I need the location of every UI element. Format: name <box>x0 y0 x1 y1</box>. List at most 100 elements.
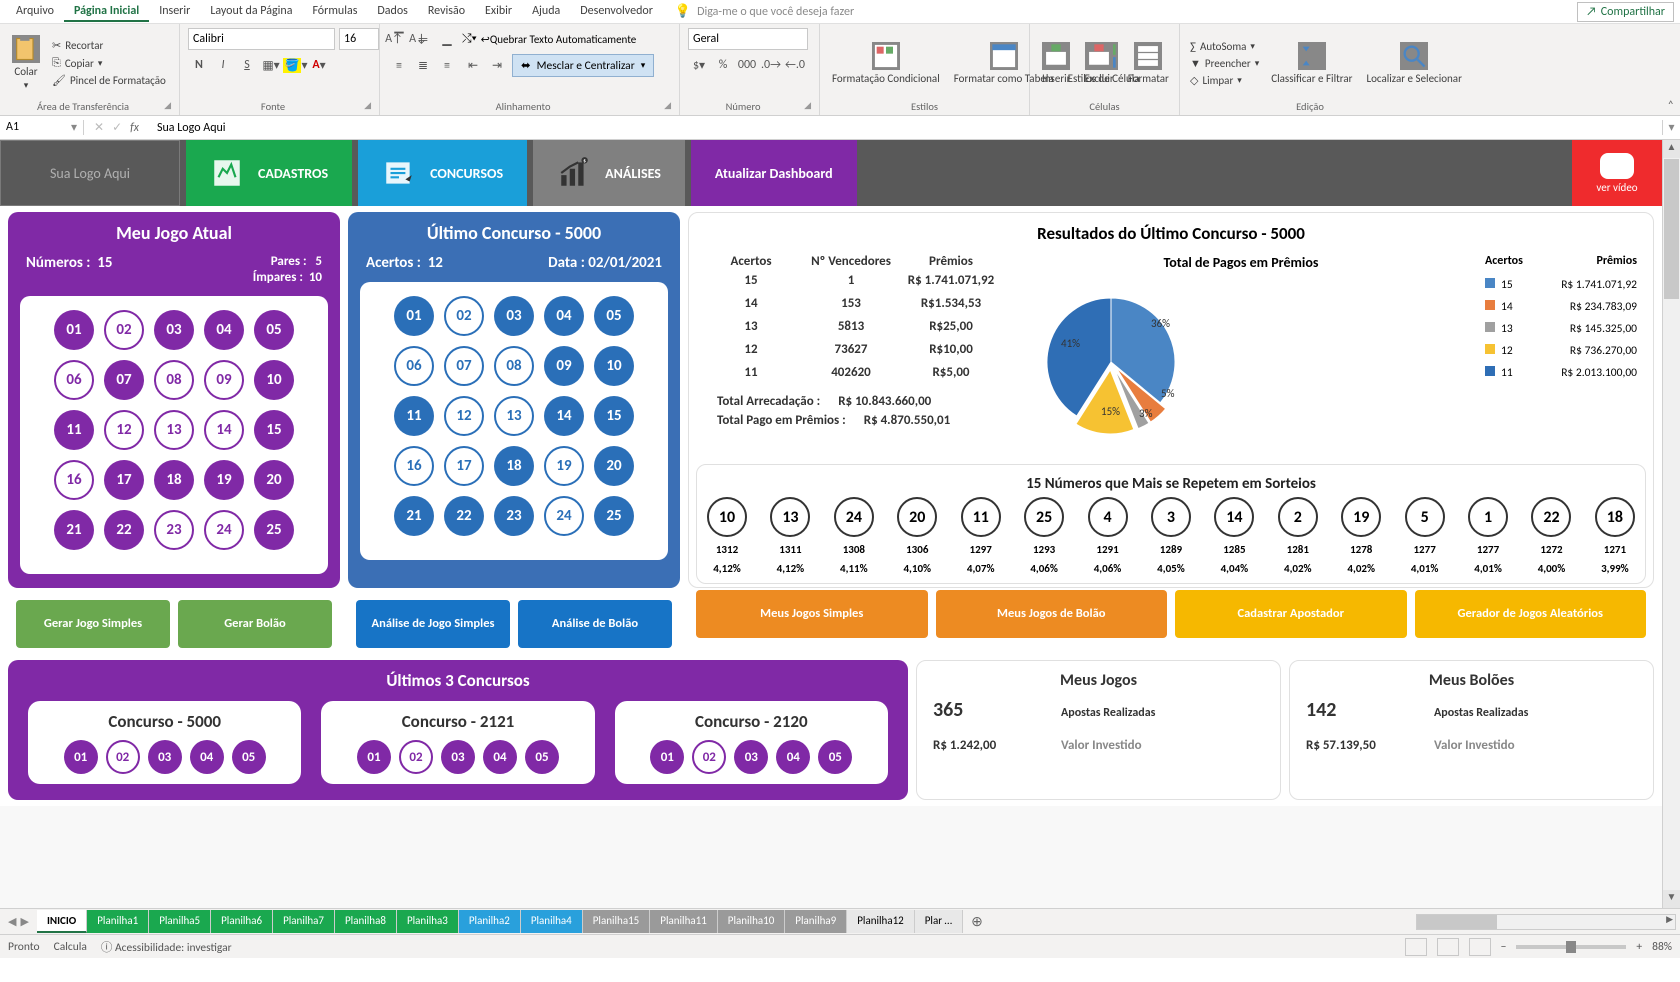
sheet-tab[interactable]: Planilha6 <box>211 910 273 933</box>
clear-button[interactable]: ◇Limpar▾ <box>1188 73 1261 88</box>
italic-button[interactable]: I <box>212 54 234 76</box>
menu-exibir[interactable]: Exibir <box>475 2 522 22</box>
scroll-thumb[interactable] <box>1664 159 1679 299</box>
scroll-up-icon[interactable]: ▲ <box>1663 140 1680 158</box>
fill-button[interactable]: ▼Preencher▾ <box>1188 56 1261 71</box>
tab-nav-prev[interactable]: ◀ <box>8 915 16 928</box>
menu-dados[interactable]: Dados <box>367 2 417 22</box>
zoom-in-button[interactable]: + <box>1636 940 1642 954</box>
menu-ajuda[interactable]: Ajuda <box>522 2 570 22</box>
worksheet-area[interactable]: Sua Logo Aqui CADASTROS CONCURSOS $ ANÁL… <box>0 140 1662 908</box>
new-sheet-button[interactable]: ⊕ <box>963 913 991 930</box>
fx-icon[interactable]: fx <box>130 121 139 135</box>
align-right[interactable]: ≡ <box>436 55 458 77</box>
menu-revisão[interactable]: Revisão <box>418 2 475 22</box>
nav-analises[interactable]: $ ANÁLISES <box>533 140 685 206</box>
scroll-down-icon[interactable]: ▼ <box>1663 890 1680 908</box>
delete-cells-button[interactable]: Excluir <box>1081 42 1118 85</box>
share-button[interactable]: ↗ Compartilhar <box>1577 2 1674 22</box>
format-cells-button[interactable]: Formatar <box>1124 42 1173 85</box>
autosum-button[interactable]: ∑AutoSoma▾ <box>1188 39 1261 54</box>
sheet-tab[interactable]: Planilha15 <box>583 910 651 933</box>
number-format-select[interactable] <box>688 28 808 50</box>
font-name-select[interactable] <box>188 28 335 50</box>
menu-página-inicial[interactable]: Página Inicial <box>64 2 149 22</box>
horizontal-scrollbar[interactable]: ◀▶ <box>1416 914 1676 930</box>
view-layout-button[interactable] <box>1437 938 1459 956</box>
name-box[interactable]: A1 ▾ <box>0 120 84 135</box>
percent-button[interactable]: % <box>712 54 734 76</box>
align-top[interactable]: ▔ <box>388 28 410 50</box>
btn-gerador-aleatorio[interactable]: Gerador de Jogos Aleatórios <box>1415 590 1647 638</box>
sheet-tab[interactable]: Planilha1 <box>87 910 149 933</box>
formula-input[interactable]: Sua Logo Aqui <box>149 121 1662 135</box>
font-color-button[interactable]: A▾ <box>308 54 330 76</box>
paste-button[interactable]: Colar▾ <box>8 35 44 91</box>
merge-center-button[interactable]: ⬌Mesclar e Centralizar▾ <box>512 54 654 77</box>
align-middle[interactable]: ═ <box>412 28 434 50</box>
inc-decimal[interactable]: .0→ <box>760 54 782 76</box>
btn-meus-jogos-bolao[interactable]: Meus Jogos de Bolão <box>936 590 1168 638</box>
menu-layout-da-página[interactable]: Layout da Página <box>200 2 302 22</box>
align-bottom[interactable]: ▁ <box>436 28 458 50</box>
format-painter-button[interactable]: 🖌Pincel de Formatação <box>50 73 168 88</box>
collapse-ribbon-button[interactable]: ˄ <box>1668 99 1674 113</box>
menu-inserir[interactable]: Inserir <box>149 2 200 22</box>
find-select-button[interactable]: Localizar e Selecionar <box>1363 42 1466 85</box>
border-button[interactable]: ▦▾ <box>260 54 282 76</box>
zoom-out-button[interactable]: − <box>1501 940 1507 954</box>
btn-gerar-jogo-simples[interactable]: Gerar Jogo Simples <box>16 600 170 648</box>
bold-button[interactable]: N <box>188 54 210 76</box>
sheet-tab[interactable]: Planilha11 <box>650 910 718 933</box>
vertical-scrollbar[interactable]: ▲ ▼ <box>1662 140 1680 908</box>
enter-icon[interactable]: ✓ <box>112 120 122 135</box>
btn-analise-jogo-simples[interactable]: Análise de Jogo Simples <box>356 600 510 648</box>
view-normal-button[interactable] <box>1405 938 1427 956</box>
menu-arquivo[interactable]: Arquivo <box>6 2 64 22</box>
currency-button[interactable]: $▾ <box>688 54 710 76</box>
sheet-tab[interactable]: Planilha4 <box>521 910 583 933</box>
nav-cadastros[interactable]: CADASTROS <box>186 140 352 206</box>
sheet-tab[interactable]: Planilha5 <box>149 910 211 933</box>
cancel-icon[interactable]: ✕ <box>94 120 104 135</box>
sheet-tab[interactable]: Planilha8 <box>335 910 397 933</box>
wrap-text-button[interactable]: ↩Quebrar Texto Automaticamente <box>481 33 637 46</box>
sheet-tab[interactable]: Planilha10 <box>718 910 786 933</box>
video-button[interactable]: ver vídeo <box>1572 140 1662 206</box>
align-center[interactable]: ≣ <box>412 55 434 77</box>
decrease-indent[interactable]: ⇤ <box>462 55 484 77</box>
conditional-format-button[interactable]: Formatação Condicional <box>828 42 944 85</box>
font-size-select[interactable] <box>339 28 379 50</box>
sheet-tab[interactable]: Planilha9 <box>785 910 847 933</box>
sheet-tab[interactable]: Planilha12 <box>847 910 915 933</box>
menu-desenvolvedor[interactable]: Desenvolvedor <box>570 2 663 22</box>
menu-fórmulas[interactable]: Fórmulas <box>302 2 367 22</box>
orientation-button[interactable]: ⤭▾ <box>462 32 477 46</box>
view-pagebreak-button[interactable] <box>1469 938 1491 956</box>
sheet-tab[interactable]: Planilha2 <box>459 910 521 933</box>
tab-nav-next[interactable]: ▶ <box>20 915 28 928</box>
sheet-tab[interactable]: INICIO <box>37 910 87 933</box>
nav-concursos[interactable]: CONCURSOS <box>358 140 527 206</box>
increase-indent[interactable]: ⇥ <box>486 55 508 77</box>
accessibility-status[interactable]: ⓘ Acessibilidade: investigar <box>101 939 232 955</box>
dec-decimal[interactable]: ←.0 <box>784 54 806 76</box>
copy-button[interactable]: ⎘Copiar▾ <box>50 55 168 71</box>
sheet-tab[interactable]: Plar … <box>915 910 963 933</box>
zoom-slider[interactable] <box>1516 945 1626 949</box>
fill-color-button[interactable]: 🪣▾ <box>284 54 306 76</box>
sort-filter-button[interactable]: Classificar e Filtrar <box>1267 42 1356 85</box>
btn-gerar-bolao[interactable]: Gerar Bolão <box>178 600 332 648</box>
comma-button[interactable]: 000 <box>736 54 758 76</box>
sheet-tab[interactable]: Planilha7 <box>273 910 335 933</box>
insert-cells-button[interactable]: Inserir <box>1038 42 1075 85</box>
btn-cadastrar-apostador[interactable]: Cadastrar Apostador <box>1175 590 1407 638</box>
underline-button[interactable]: S <box>236 54 258 76</box>
tell-me-box[interactable]: 💡 Diga-me o que você deseja fazer <box>675 4 1577 19</box>
zoom-level[interactable]: 88% <box>1652 940 1672 954</box>
btn-analise-bolao[interactable]: Análise de Bolão <box>518 600 672 648</box>
nav-atualizar[interactable]: Atualizar Dashboard <box>691 140 857 206</box>
align-left[interactable]: ≡ <box>388 55 410 77</box>
sheet-tab[interactable]: Planilha3 <box>397 910 459 933</box>
btn-meus-jogos-simples[interactable]: Meus Jogos Simples <box>696 590 928 638</box>
